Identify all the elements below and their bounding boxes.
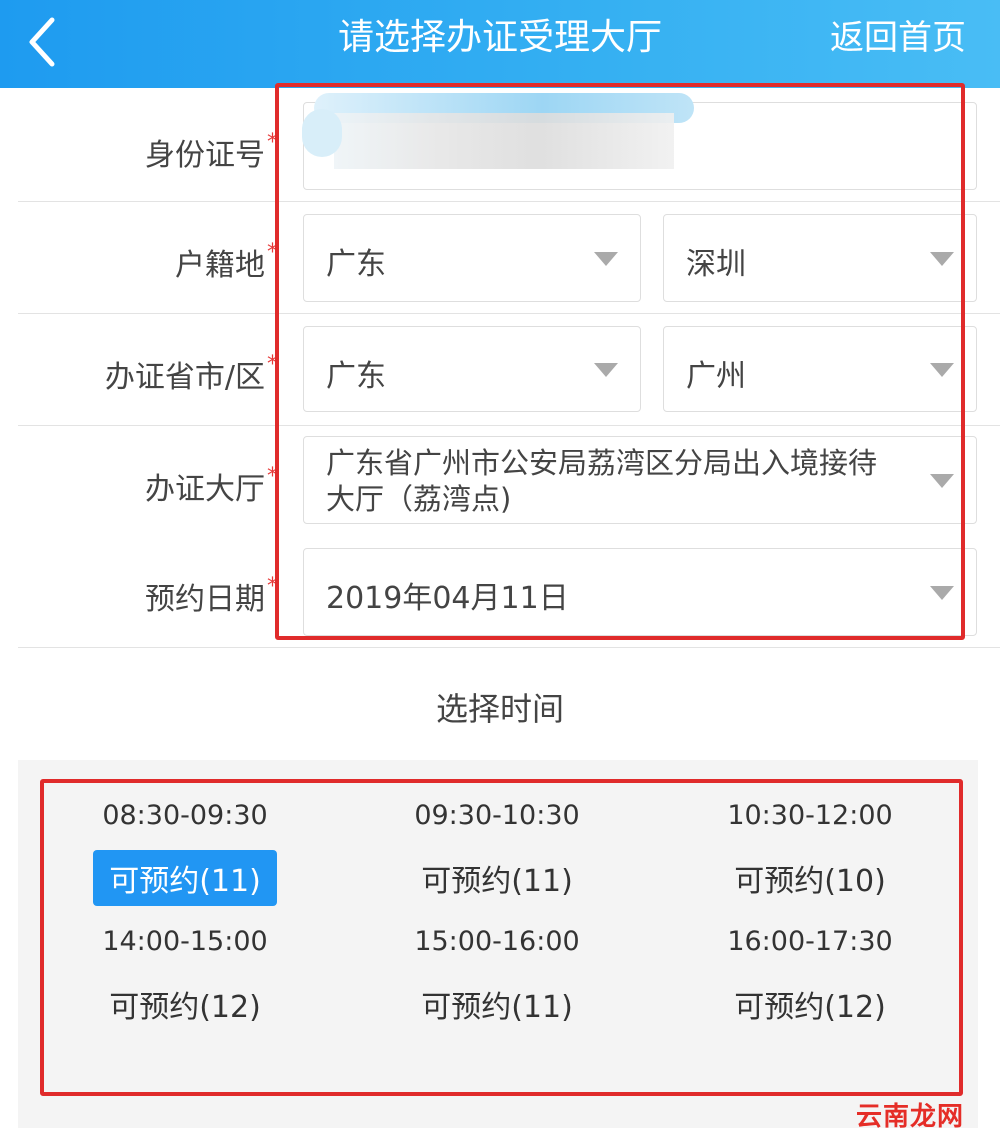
- date-row: 预约日期* 2019年04月11日: [18, 538, 1000, 648]
- time-slot[interactable]: 09:30-10:30 可预约(11): [387, 796, 607, 906]
- time-slots-panel: 08:30-09:30 可预约(11) 09:30-10:30 可预约(11) …: [18, 760, 978, 1128]
- household-province-value: 广东: [326, 247, 386, 282]
- id-number-row: 身份证号*: [18, 90, 1000, 202]
- household-city-select[interactable]: 深圳: [663, 214, 977, 302]
- hall-row: 办证大厅* 广东省广州市公安局荔湾区分局出入境接待 大厅（荔湾点): [18, 426, 1000, 538]
- slot-availability-button[interactable]: 可预约(11): [405, 976, 589, 1032]
- id-number-label: 身份证号*: [145, 130, 278, 173]
- slot-availability-button[interactable]: 可预约(11): [93, 850, 277, 906]
- home-button[interactable]: 返回首页: [830, 14, 966, 62]
- slot-availability-button[interactable]: 可预约(12): [718, 976, 902, 1032]
- required-mark: *: [267, 464, 278, 489]
- required-mark: *: [267, 352, 278, 377]
- household-city-value: 深圳: [686, 247, 746, 282]
- required-mark: *: [267, 574, 278, 599]
- slot-availability-button[interactable]: 可预约(10): [718, 850, 902, 906]
- household-label: 户籍地*: [175, 240, 278, 283]
- slot-time: 14:00-15:00: [102, 926, 268, 957]
- time-slot[interactable]: 15:00-16:00 可预约(11): [387, 922, 607, 1032]
- office-province-value: 广东: [326, 359, 386, 394]
- dropdown-arrow-icon: [930, 252, 954, 266]
- dropdown-arrow-icon: [930, 363, 954, 377]
- office-city-value: 广州: [686, 359, 746, 394]
- slot-time: 15:00-16:00: [414, 926, 580, 957]
- office-region-row: 办证省市/区* 广东 广州: [18, 314, 1000, 426]
- redacted-id-value: [302, 93, 724, 183]
- slot-time: 10:30-12:00: [727, 800, 893, 831]
- dropdown-arrow-icon: [930, 474, 954, 488]
- dropdown-arrow-icon: [930, 586, 954, 600]
- slot-availability-button[interactable]: 可预约(11): [405, 850, 589, 906]
- app-header: 请选择办证受理大厅 返回首页: [0, 0, 1000, 88]
- hall-value: 广东省广州市公安局荔湾区分局出入境接待 大厅（荔湾点): [326, 446, 878, 516]
- id-number-input[interactable]: [302, 93, 977, 190]
- hall-select[interactable]: 广东省广州市公安局荔湾区分局出入境接待 大厅（荔湾点): [303, 436, 977, 524]
- household-province-select[interactable]: 广东: [303, 214, 641, 302]
- time-slot[interactable]: 08:30-09:30 可预约(11): [75, 796, 295, 906]
- office-province-select[interactable]: 广东: [303, 326, 641, 412]
- watermark-logo: 云南龙网: [855, 1102, 964, 1132]
- time-section-title: 选择时间: [435, 690, 564, 728]
- slot-availability-button[interactable]: 可预约(12): [93, 976, 277, 1032]
- required-mark: *: [267, 130, 278, 155]
- office-region-label: 办证省市/区*: [104, 352, 278, 395]
- slot-time: 16:00-17:30: [727, 926, 893, 957]
- office-city-select[interactable]: 广州: [663, 326, 977, 412]
- time-slot[interactable]: 14:00-15:00 可预约(12): [75, 922, 295, 1032]
- time-slot[interactable]: 10:30-12:00 可预约(10): [700, 796, 920, 906]
- time-slot[interactable]: 16:00-17:30 可预约(12): [700, 922, 920, 1032]
- date-select[interactable]: 2019年04月11日: [303, 548, 977, 636]
- required-mark: *: [267, 240, 278, 265]
- household-row: 户籍地* 广东 深圳: [18, 202, 1000, 314]
- dropdown-arrow-icon: [594, 252, 618, 266]
- dropdown-arrow-icon: [594, 363, 618, 377]
- slot-time: 08:30-09:30: [102, 800, 268, 831]
- date-label: 预约日期*: [145, 574, 278, 617]
- slot-time: 09:30-10:30: [414, 800, 580, 831]
- hall-label: 办证大厅*: [145, 464, 278, 507]
- date-value: 2019年04月11日: [326, 581, 569, 616]
